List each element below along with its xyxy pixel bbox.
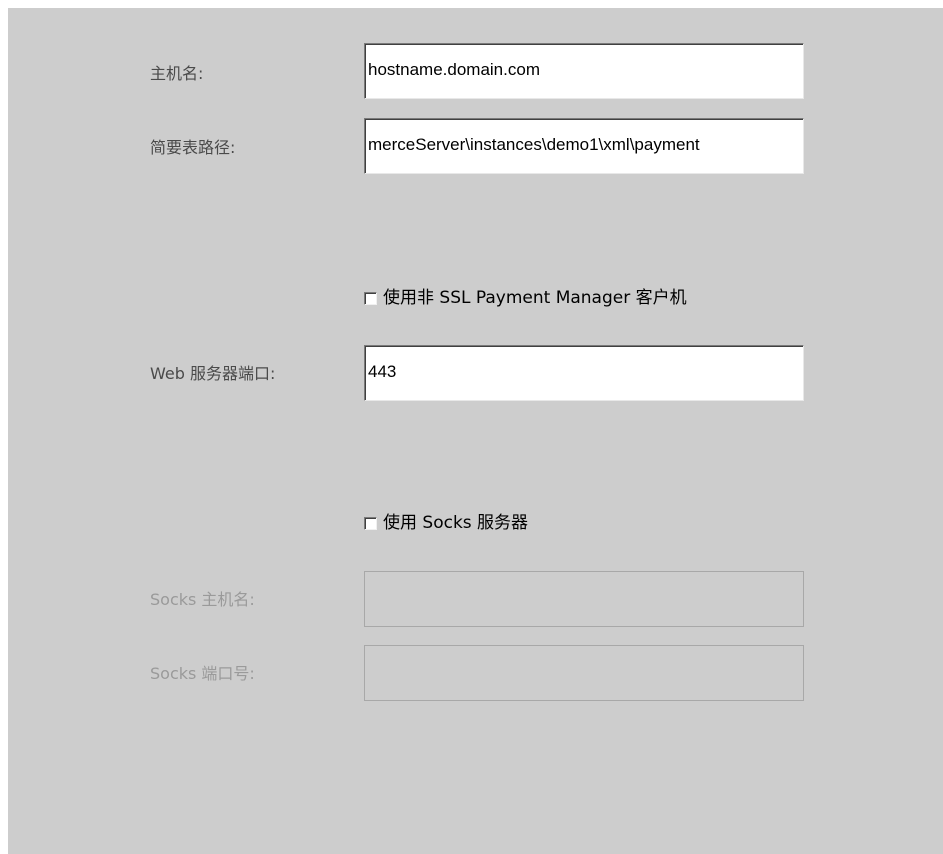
- web-server-port-field-wrapper: [364, 345, 804, 401]
- profile-path-field-wrapper: [364, 118, 804, 174]
- socks-port-input: [365, 646, 803, 700]
- socks-checkbox-label[interactable]: 使用 Socks 服务器: [383, 512, 528, 534]
- web-server-port-input[interactable]: [365, 346, 803, 400]
- non-ssl-checkbox-row[interactable]: 使用非 SSL Payment Manager 客户机: [364, 287, 687, 309]
- hostname-label: 主机名:: [150, 64, 204, 83]
- hostname-field-wrapper: [364, 43, 804, 99]
- web-server-port-label: Web 服务器端口:: [150, 364, 276, 383]
- profile-path-label: 简要表路径:: [150, 138, 236, 157]
- socks-port-field-wrapper: [364, 645, 804, 701]
- non-ssl-checkbox[interactable]: [364, 291, 377, 305]
- hostname-input[interactable]: [365, 44, 803, 98]
- socks-hostname-input: [365, 572, 803, 626]
- socks-hostname-label: Socks 主机名:: [150, 590, 255, 609]
- socks-hostname-field-wrapper: [364, 571, 804, 627]
- socks-checkbox-row[interactable]: 使用 Socks 服务器: [364, 512, 528, 534]
- non-ssl-checkbox-label[interactable]: 使用非 SSL Payment Manager 客户机: [383, 287, 687, 309]
- profile-path-input[interactable]: [365, 119, 803, 173]
- socks-port-label: Socks 端口号:: [150, 664, 255, 683]
- socks-checkbox[interactable]: [364, 516, 377, 530]
